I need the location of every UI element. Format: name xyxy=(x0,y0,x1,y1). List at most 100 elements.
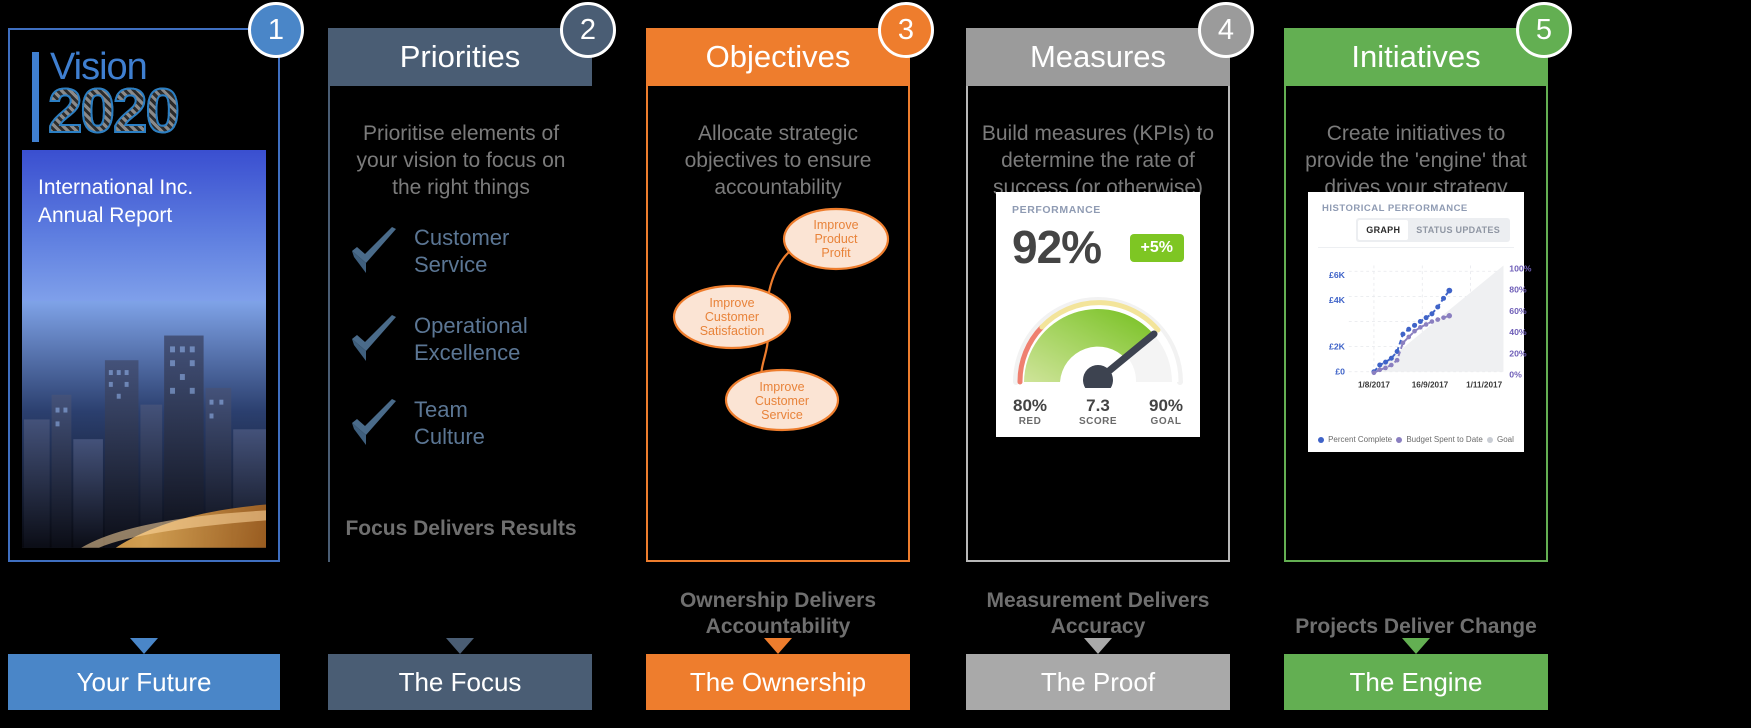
objective-2-line-1: Improve xyxy=(709,296,754,310)
kpi-stat-goal-label: GOAL xyxy=(1150,416,1182,427)
y-right-tick-0: 0% xyxy=(1509,370,1522,380)
priority-item-3[interactable]: Team Culture xyxy=(348,396,584,450)
priority-label-1: Customer Service xyxy=(414,224,509,278)
objective-1-line-1: Improve xyxy=(813,218,858,232)
priorities-tagline: Focus Delivers Results xyxy=(345,517,577,540)
x-tick-1: 1/8/2017 xyxy=(1358,380,1390,389)
vision-accent-bar xyxy=(32,52,39,142)
footer-your-future[interactable]: Your Future xyxy=(8,654,280,710)
priority-item-2[interactable]: Operational Excellence xyxy=(348,312,584,366)
gauge-chart xyxy=(1013,297,1183,388)
annual-report-cover: International Inc. Annual Report xyxy=(22,150,266,548)
legend-dot-percent-complete xyxy=(1318,436,1325,443)
step-badge-1: 1 xyxy=(248,2,304,58)
kpi-stats-row: 80% RED 7.3 SCORE 90% GOAL xyxy=(996,396,1200,427)
priorities-panel: Prioritise elements of your vision to fo… xyxy=(328,28,592,562)
measures-tagline: Measurement Delivers Accuracy xyxy=(986,589,1210,638)
kpi-stat-goal-value: 90% xyxy=(1148,396,1184,415)
x-tick-3: 1/11/2017 xyxy=(1466,380,1502,389)
cover-title-line-2: Annual Report xyxy=(38,204,173,227)
legend-dot-budget-spent xyxy=(1396,436,1403,443)
objective-2-line-3: Satisfaction xyxy=(700,324,765,338)
y-right-tick-20: 20% xyxy=(1509,348,1527,358)
y-left-tick-4k: £4K xyxy=(1329,295,1346,305)
priority-label-2: Operational Excellence xyxy=(414,312,528,366)
objective-3-line-3: Service xyxy=(761,408,803,422)
column-objectives[interactable]: 3 Allocate strategic objectives to ensur… xyxy=(646,0,934,728)
measures-blurb: Build measures (KPIs) to determine the r… xyxy=(981,122,1215,199)
priority-label-3-line2: Culture xyxy=(414,424,485,449)
tab-status-updates[interactable]: STATUS UPDATES xyxy=(1408,220,1508,240)
y-left-tick-6k: £6K xyxy=(1329,270,1346,280)
vision-year: 2020 xyxy=(47,76,181,147)
column-measures[interactable]: 4 Build measures (KPIs) to determine the… xyxy=(966,0,1254,728)
objective-3-line-1: Improve xyxy=(759,380,804,394)
column-vision[interactable]: 1 Vision 2020 International Inc. Annual … xyxy=(8,0,304,728)
strategy-roadmap-board: 1 Vision 2020 International Inc. Annual … xyxy=(0,0,1751,728)
flow-arrow-3 xyxy=(764,638,792,654)
header-objectives[interactable]: Objectives xyxy=(646,28,910,86)
hist-divider xyxy=(1318,247,1514,248)
y-right-tick-60: 60% xyxy=(1509,306,1527,316)
priority-label-1-line2: Service xyxy=(414,252,488,277)
header-measures[interactable]: Measures xyxy=(966,28,1230,86)
initiatives-tagline: Projects Deliver Change xyxy=(1295,615,1537,638)
y-right-tick-100: 100% xyxy=(1509,263,1531,273)
chart-legend: Percent Complete Budget Spent to Date Go… xyxy=(1316,435,1516,444)
legend-item-goal: Goal xyxy=(1487,435,1514,444)
step-badge-3: 3 xyxy=(878,2,934,58)
legend-dot-goal xyxy=(1487,436,1493,443)
column-initiatives[interactable]: 5 Create initiatives to provide the 'eng… xyxy=(1284,0,1572,728)
kpi-stat-score: 7.3 SCORE xyxy=(1064,396,1132,427)
flow-arrow-2 xyxy=(446,638,474,654)
objective-3-line-2: Customer xyxy=(755,394,809,408)
kpi-stat-score-label: SCORE xyxy=(1078,416,1118,427)
flow-arrow-5 xyxy=(1402,638,1430,654)
priorities-blurb: Prioritise elements of your vision to fo… xyxy=(356,122,566,199)
kpi-performance-card[interactable]: PERFORMANCE 92% +5% 80% RED 7.3 SCORE 90… xyxy=(996,192,1200,437)
objectives-strategy-map[interactable]: Improve Product Profit Improve Customer … xyxy=(650,185,914,445)
x-tick-2: 16/9/2017 xyxy=(1412,380,1449,389)
historical-performance-card[interactable]: HISTORICAL PERFORMANCE GRAPH STATUS UPDA… xyxy=(1308,192,1532,452)
kpi-delta-badge: +5% xyxy=(1129,234,1184,262)
y-right-tick-40: 40% xyxy=(1509,327,1527,337)
legend-label-goal: Goal xyxy=(1497,435,1514,444)
priority-label-2-line1: Operational xyxy=(414,313,528,338)
priority-item-1[interactable]: Customer Service xyxy=(348,224,584,278)
step-badge-2: 2 xyxy=(560,2,616,58)
step-badge-5: 5 xyxy=(1516,2,1572,58)
checkmark-icon xyxy=(352,399,396,445)
column-priorities[interactable]: 2 Prioritise elements of your vision to … xyxy=(328,0,616,728)
flow-arrow-4 xyxy=(1084,638,1112,654)
legend-label-percent-complete: Percent Complete xyxy=(1328,435,1393,444)
footer-the-focus[interactable]: The Focus xyxy=(328,654,592,710)
hist-eyebrow: HISTORICAL PERFORMANCE xyxy=(1322,203,1468,214)
priority-label-1-line1: Customer xyxy=(414,225,510,250)
legend-item-budget-spent: Budget Spent to Date xyxy=(1396,435,1483,444)
flow-arrow-1 xyxy=(130,638,158,654)
cover-title: International Inc. Annual Report xyxy=(38,174,256,230)
tab-graph[interactable]: GRAPH xyxy=(1358,220,1409,240)
kpi-stat-goal: 90% GOAL xyxy=(1132,396,1200,427)
footer-the-ownership[interactable]: The Ownership xyxy=(646,654,910,710)
priority-label-3: Team Culture xyxy=(414,396,485,450)
step-badge-4: 4 xyxy=(1198,2,1254,58)
header-priorities[interactable]: Priorities xyxy=(328,28,592,86)
header-initiatives[interactable]: Initiatives xyxy=(1284,28,1548,86)
footer-the-proof[interactable]: The Proof xyxy=(966,654,1230,710)
y-left-tick-2k: £2K xyxy=(1329,342,1346,352)
y-left-tick-0: £0 xyxy=(1335,367,1345,377)
objective-1-line-2: Product xyxy=(814,232,858,246)
y-right-tick-80: 80% xyxy=(1509,285,1527,295)
footer-the-engine[interactable]: The Engine xyxy=(1284,654,1548,710)
checkmark-icon xyxy=(352,227,396,273)
kpi-stat-score-value: 7.3 xyxy=(1086,396,1110,415)
hist-tab-group[interactable]: GRAPH STATUS UPDATES xyxy=(1356,218,1510,242)
priority-label-3-line1: Team xyxy=(414,397,468,422)
legend-item-percent-complete: Percent Complete xyxy=(1318,435,1392,444)
cover-title-line-1: International Inc. xyxy=(38,176,194,199)
historical-performance-chart: £6K £4K £2K £0 100% 80% 60% 40% 20% 0% 1… xyxy=(1329,263,1532,389)
kpi-eyebrow: PERFORMANCE xyxy=(1012,204,1101,216)
legend-label-budget-spent: Budget Spent to Date xyxy=(1406,435,1483,444)
initiatives-blurb: Create initiatives to provide the 'engin… xyxy=(1305,122,1527,199)
